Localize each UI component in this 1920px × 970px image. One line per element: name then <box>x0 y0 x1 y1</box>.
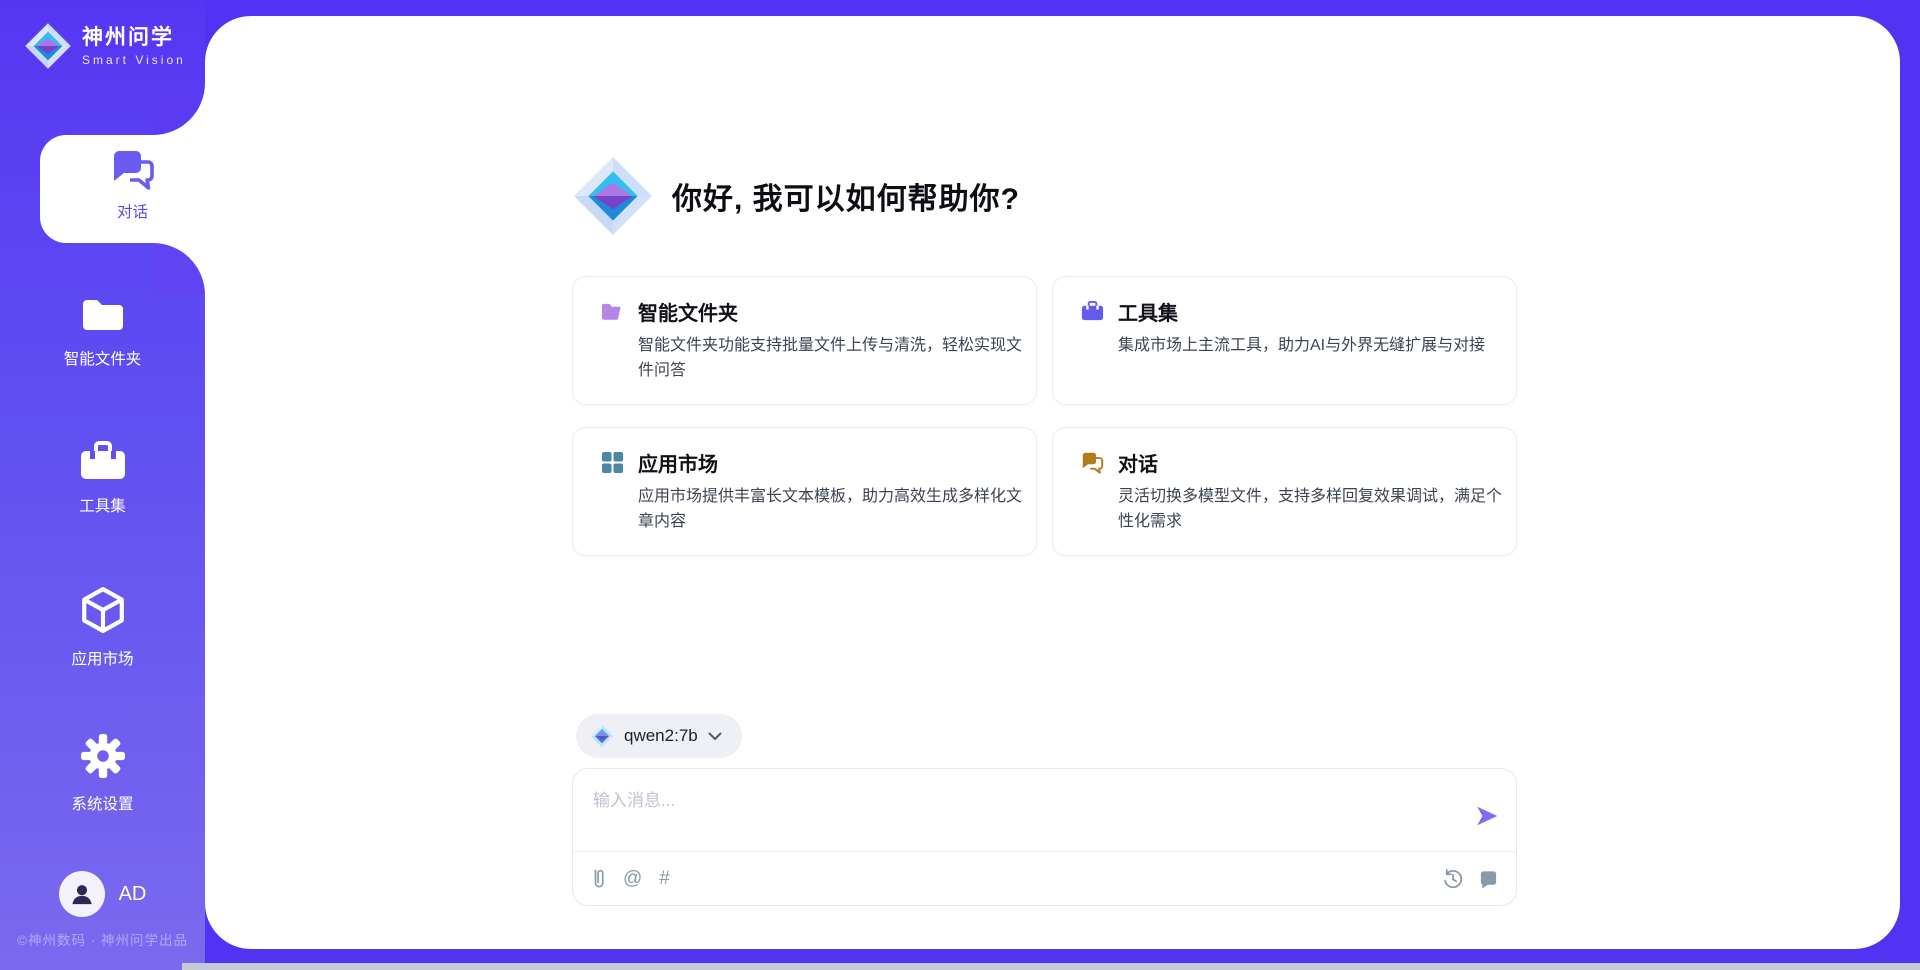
message-composer: @ # <box>572 768 1517 906</box>
composer-toolbar: @ # <box>573 851 1516 906</box>
user-profile[interactable]: AD <box>0 871 205 917</box>
avatar <box>59 871 105 917</box>
card-title: 对话 <box>1118 448 1158 477</box>
model-name: qwen2:7b <box>624 726 698 746</box>
model-logo-icon <box>590 724 614 748</box>
card-smart-folder[interactable]: 智能文件夹 智能文件夹功能支持批量文件上传与清洗，轻松实现文件问答 <box>572 276 1037 405</box>
sidebar-item-label: 系统设置 <box>0 792 205 814</box>
sidebar-item-label: 智能文件夹 <box>0 347 205 369</box>
greeting-text: 你好, 我可以如何帮助你? <box>672 174 1020 218</box>
folder-icon <box>601 300 624 323</box>
card-toolset[interactable]: 工具集 集成市场上主流工具，助力AI与外界无缝扩展与对接 <box>1052 276 1517 405</box>
gear-icon <box>80 733 126 779</box>
brand-subtitle: Smart Vision <box>82 53 186 67</box>
history-icon[interactable] <box>1443 869 1463 889</box>
card-description: 灵活切换多模型文件，支持多样回复效果调试，满足个性化需求 <box>1118 485 1510 535</box>
card-description: 智能文件夹功能支持批量文件上传与清洗，轻松实现文件问答 <box>638 334 1030 384</box>
greeting: 你好, 我可以如何帮助你? <box>572 155 1020 237</box>
bottom-edge-strip <box>182 963 1920 970</box>
send-icon[interactable] <box>1474 803 1500 829</box>
sidebar-item-app-market[interactable]: 应用市场 <box>0 586 205 669</box>
brand-logo-icon <box>24 22 72 70</box>
grid-icon <box>601 451 624 474</box>
sidebar-item-label: 对话 <box>40 200 225 222</box>
attachment-icon[interactable] <box>591 868 606 890</box>
chat-icon <box>1081 451 1104 474</box>
chat-bubble-icon[interactable] <box>1479 870 1498 889</box>
chat-icon <box>110 149 156 191</box>
toolbox-icon <box>79 441 127 481</box>
toolbox-icon <box>1081 300 1104 323</box>
card-title: 智能文件夹 <box>638 297 738 326</box>
brand-name: 神州问学 <box>82 25 186 50</box>
tab-flare-top <box>153 83 205 135</box>
card-title: 工具集 <box>1118 297 1178 326</box>
model-selector[interactable]: qwen2:7b <box>576 714 742 758</box>
person-icon <box>68 880 96 908</box>
sidebar-item-label: 应用市场 <box>0 647 205 669</box>
tab-flare-bottom <box>153 243 205 295</box>
cube-icon <box>80 586 126 634</box>
mention-icon[interactable]: @ <box>623 868 642 890</box>
card-app-market[interactable]: 应用市场 应用市场提供丰富长文本模板，助力高效生成多样化文章内容 <box>572 427 1037 556</box>
assistant-logo-icon <box>572 155 654 237</box>
feature-cards: 智能文件夹 智能文件夹功能支持批量文件上传与清洗，轻松实现文件问答 工具集 集成… <box>572 276 1517 556</box>
chevron-down-icon <box>708 732 722 741</box>
sidebar-item-settings[interactable]: 系统设置 <box>0 733 205 814</box>
sidebar-item-toolset[interactable]: 工具集 <box>0 441 205 516</box>
folder-icon <box>80 296 126 334</box>
sidebar-footer: ©神州数码 · 神州问学出品 <box>0 929 205 949</box>
card-title: 应用市场 <box>638 448 718 477</box>
card-description: 集成市场上主流工具，助力AI与外界无缝扩展与对接 <box>1118 334 1510 359</box>
brand: 神州问学 Smart Vision <box>24 22 186 70</box>
card-chat[interactable]: 对话 灵活切换多模型文件，支持多样回复效果调试，满足个性化需求 <box>1052 427 1517 556</box>
sidebar-item-chat[interactable]: 对话 <box>40 135 225 243</box>
user-initials: AD <box>119 883 147 906</box>
sidebar-item-smart-folder[interactable]: 智能文件夹 <box>0 296 205 369</box>
message-input[interactable] <box>573 769 1458 849</box>
hashtag-icon[interactable]: # <box>659 868 670 890</box>
sidebar-item-label: 工具集 <box>0 494 205 516</box>
card-description: 应用市场提供丰富长文本模板，助力高效生成多样化文章内容 <box>638 485 1030 535</box>
